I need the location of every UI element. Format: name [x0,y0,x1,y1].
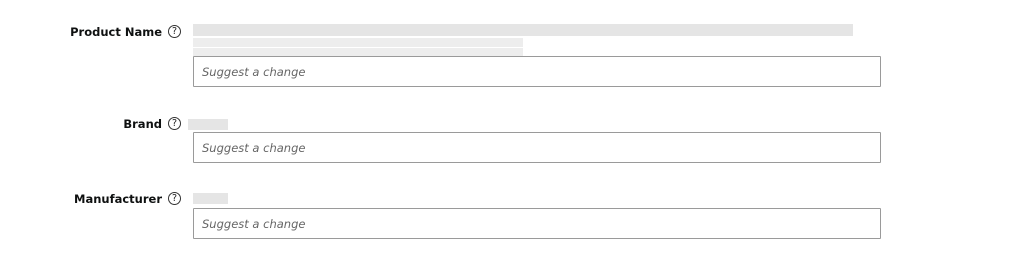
suggest-changes-form: Product Name ? Brand ? Manufacturer ? [0,0,1017,259]
redacted-text [193,38,523,47]
manufacturer-suggest-input[interactable] [193,208,881,239]
question-circle-icon[interactable]: ? [168,25,181,38]
product-name-label: Product Name [70,25,162,39]
question-circle-icon[interactable]: ? [168,117,181,130]
product-name-suggest-input[interactable] [193,56,881,87]
redacted-text [193,24,853,36]
brand-suggest-input[interactable] [193,132,881,163]
redacted-text [193,48,523,56]
question-circle-icon[interactable]: ? [168,192,181,205]
